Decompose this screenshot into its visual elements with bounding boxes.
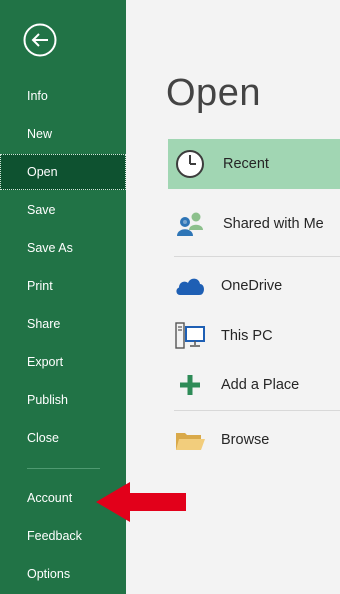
nav-divider	[27, 468, 100, 469]
nav-item-share[interactable]: Share	[0, 306, 126, 342]
separator	[174, 410, 340, 411]
clock-icon	[174, 148, 206, 180]
nav-item-close[interactable]: Close	[0, 420, 126, 456]
cloud-icon	[174, 270, 206, 302]
location-label: Browse	[221, 432, 270, 448]
separator	[174, 256, 340, 257]
location-label: OneDrive	[221, 278, 283, 294]
nav-item-publish[interactable]: Publish	[0, 382, 126, 418]
plus-icon	[174, 369, 206, 401]
location-label: Recent	[223, 156, 269, 172]
location-label: This PC	[221, 328, 273, 344]
location-recent[interactable]: Recent	[168, 139, 340, 189]
back-arrow-circle-icon	[23, 23, 57, 57]
page-title: Open	[166, 72, 261, 114]
back-button[interactable]	[23, 23, 57, 57]
nav-item-save[interactable]: Save	[0, 192, 126, 228]
location-label: Add a Place	[221, 377, 300, 393]
location-shared-with-me[interactable]: Shared with Me	[168, 199, 340, 249]
location-onedrive[interactable]: OneDrive	[168, 261, 340, 311]
nav-item-options[interactable]: Options	[0, 556, 126, 592]
nav-item-feedback[interactable]: Feedback	[0, 518, 126, 554]
nav-item-export[interactable]: Export	[0, 344, 126, 380]
nav-item-save-as[interactable]: Save As	[0, 230, 126, 266]
location-label: Shared with Me	[223, 216, 324, 232]
computer-icon	[174, 320, 206, 352]
location-browse[interactable]: Browse	[168, 415, 340, 465]
location-add-a-place[interactable]: Add a Place	[168, 360, 340, 410]
nav-item-new[interactable]: New	[0, 116, 126, 152]
people-icon	[174, 208, 206, 240]
location-this-pc[interactable]: This PC	[168, 311, 340, 361]
red-arrow-icon	[96, 481, 188, 523]
nav-item-info[interactable]: Info	[0, 78, 126, 114]
nav-item-print[interactable]: Print	[0, 268, 126, 304]
nav-item-open[interactable]: Open	[0, 154, 126, 190]
folder-icon	[174, 424, 206, 456]
